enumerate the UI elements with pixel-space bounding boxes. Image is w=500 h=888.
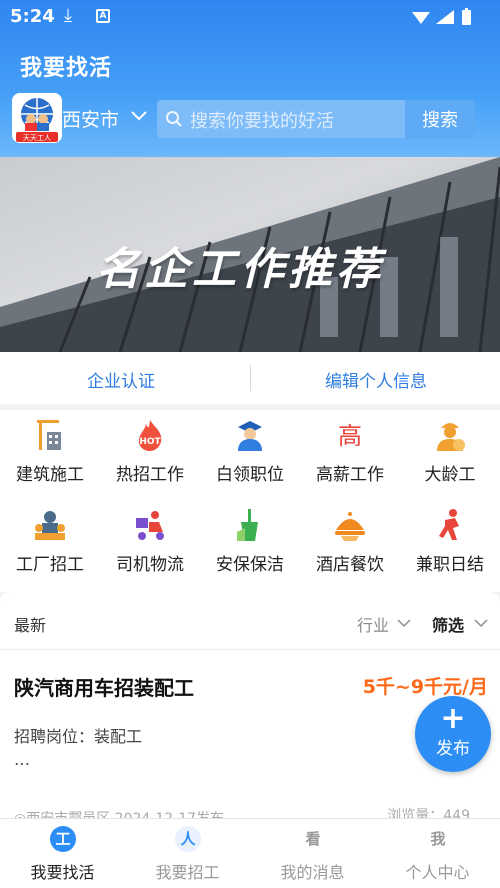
signal-battery-icon: [412, 8, 471, 25]
elder-worker-icon: [437, 423, 465, 451]
hot-badge: HOT: [139, 437, 161, 447]
category-hotel-dining[interactable]: 酒店餐饮: [300, 500, 400, 588]
category-label: 建筑施工: [16, 465, 84, 485]
chevron-down-icon[interactable]: [130, 110, 148, 122]
city-selector[interactable]: 西安市: [62, 105, 119, 132]
category-hot[interactable]: HOT 热招工作: [100, 410, 200, 498]
sort-latest[interactable]: 最新: [14, 612, 46, 636]
nav-label: 我要招工: [155, 863, 220, 882]
status-bar: 5:24 ⤓ A: [0, 0, 500, 34]
job-meta: ◎西安市鄠邑区 2024-12-17发布: [14, 808, 224, 818]
nav-recruit[interactable]: 人 我要招工: [125, 819, 250, 888]
logo-text: 天天工人: [23, 134, 51, 142]
category-label: 大龄工: [424, 465, 476, 485]
messages-icon: 看: [305, 830, 321, 848]
promo-banner[interactable]: 名企工作推荐: [0, 157, 500, 352]
publish-button[interactable]: + 发布: [415, 696, 491, 772]
recruit-icon: 人: [175, 826, 201, 852]
nav-profile[interactable]: 我 个人中心: [375, 819, 500, 888]
category-driver[interactable]: 司机物流: [100, 500, 200, 588]
factory-icon: [35, 511, 65, 540]
high-salary-icon: 高: [338, 422, 362, 450]
job-position: 招聘岗位：装配工: [14, 727, 143, 746]
delivery-icon: [136, 511, 164, 540]
search-input[interactable]: 搜索你要找的好活: [190, 107, 334, 133]
nav-messages[interactable]: 看 我的消息: [250, 819, 375, 888]
page-title: 我要找活: [20, 56, 113, 81]
category-label: 兼职日结: [416, 555, 484, 575]
search-icon: [166, 111, 182, 127]
runner-icon: [439, 509, 459, 540]
quick-links: 企业认证 编辑个人信息: [0, 352, 500, 404]
nav-label: 我要找活: [30, 863, 95, 882]
high-badge: 高: [338, 422, 362, 450]
listing-header: 最新 行业 筛选: [0, 592, 500, 650]
profile-icon: 我: [430, 830, 446, 848]
filter-button[interactable]: 筛选: [432, 612, 464, 636]
banner-title: 名企工作推荐: [96, 244, 384, 295]
job-title: 陕汽商用车招装配工: [14, 676, 194, 700]
graduate-icon: [238, 421, 262, 451]
status-time: 5:24: [10, 6, 55, 27]
category-label: 司机物流: [116, 555, 184, 575]
category-elder[interactable]: 大龄工: [400, 410, 500, 498]
category-high-salary[interactable]: 高 高薪工作: [300, 410, 400, 498]
divider: [250, 365, 251, 391]
bottom-nav: 工 我要找活 人 我要招工 看 我的消息 我 个人中心: [0, 818, 500, 888]
job-ellipsis: …: [14, 750, 30, 769]
hot-fire-icon: HOT: [138, 420, 162, 451]
chevron-down-icon[interactable]: [474, 619, 488, 628]
category-security-cleaning[interactable]: 安保保洁: [200, 500, 300, 588]
category-label: 安保保洁: [216, 555, 284, 575]
nav-find-work[interactable]: 工 我要找活: [0, 819, 125, 888]
nav-label: 我的消息: [280, 863, 345, 882]
job-salary: 5千~9千元/月: [362, 676, 488, 698]
category-grid: 建筑施工 HOT 热招工作 白领职位 高 高薪工作 大龄工 工厂招工 司机物流 …: [0, 410, 500, 592]
category-construction[interactable]: 建筑施工: [0, 410, 100, 498]
nav-label: 个人中心: [405, 863, 470, 882]
header-area: 5:24 ⤓ A 我要找活 天天工人 西安市 搜索你要找的好活 搜索: [0, 0, 500, 160]
category-part-time[interactable]: 兼职日结: [400, 500, 500, 588]
job-views: 浏览量：449: [387, 808, 470, 818]
download-icon: ⤓: [64, 5, 72, 26]
construction-icon: [37, 420, 61, 450]
category-label: 白领职位: [216, 465, 284, 485]
category-white-collar[interactable]: 白领职位: [200, 410, 300, 498]
chevron-down-icon[interactable]: [397, 619, 411, 628]
enterprise-verify-link[interactable]: 企业认证: [87, 367, 155, 392]
search-bar[interactable]: 搜索你要找的好活 搜索: [157, 100, 475, 138]
find-work-icon: 工: [50, 826, 76, 852]
plus-icon: +: [440, 701, 466, 736]
app-notification-icon: A: [96, 9, 110, 23]
category-label: 工厂招工: [16, 555, 84, 575]
industry-filter[interactable]: 行业: [357, 612, 389, 636]
dining-icon: [335, 512, 365, 541]
cleaning-icon: [237, 509, 258, 541]
category-label: 高薪工作: [316, 465, 384, 485]
publish-label: 发布: [436, 739, 470, 759]
app-logo[interactable]: 天天工人: [12, 93, 62, 143]
category-factory[interactable]: 工厂招工: [0, 500, 100, 588]
search-button[interactable]: 搜索: [405, 100, 475, 138]
category-label: 热招工作: [116, 465, 184, 485]
logo-icon: 天天工人: [12, 93, 62, 143]
category-label: 酒店餐饮: [316, 555, 384, 575]
edit-profile-link[interactable]: 编辑个人信息: [325, 367, 427, 392]
